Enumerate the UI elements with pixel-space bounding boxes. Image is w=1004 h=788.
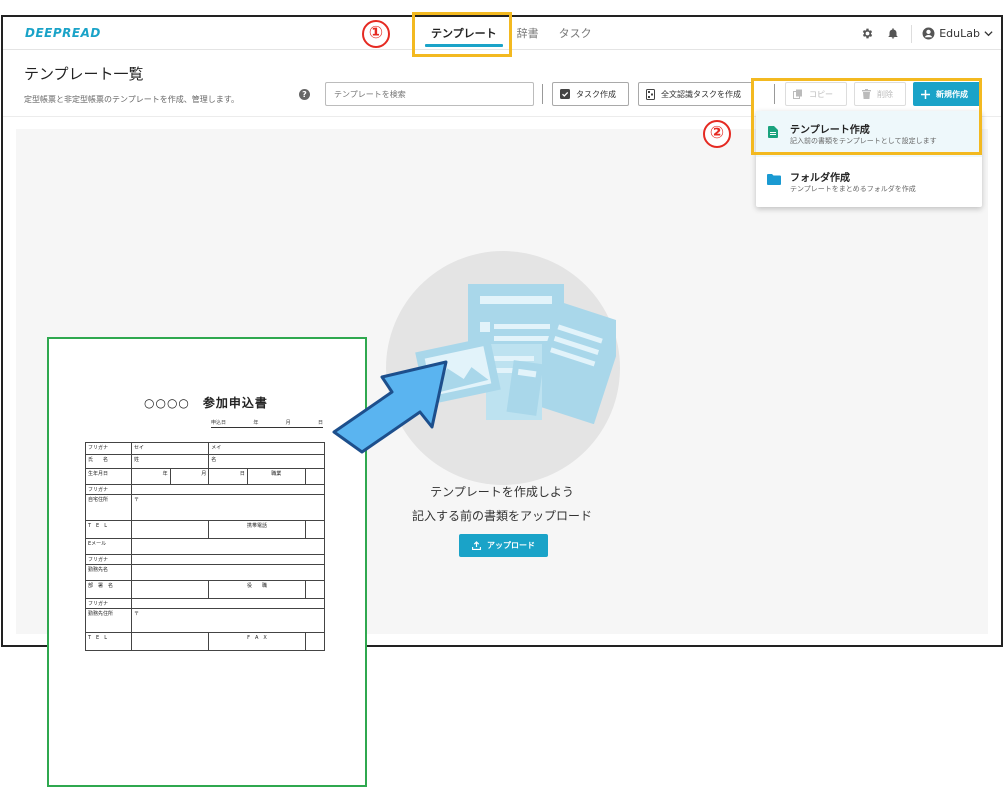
bell-icon[interactable] [885, 26, 901, 42]
form-cell [131, 538, 325, 555]
date-day: 日 [317, 420, 323, 426]
form-label: 氏 名 [85, 454, 132, 469]
toolbar-divider [542, 84, 543, 104]
application-date: 申込日 年 月 日 [211, 419, 323, 428]
form-cell: 年 [131, 468, 171, 485]
help-icon[interactable]: ? [299, 89, 310, 100]
application-form-table: フリガナ セイ メイ 氏 名姓名 生年月日年月日職業 フリガナ 自宅住所〒 T E … [85, 442, 326, 651]
page-title: テンプレート一覧 [24, 65, 144, 83]
step-1-badge: ① [362, 20, 390, 48]
form-cell: 〒 [131, 608, 325, 633]
menu-item-folder-create[interactable]: フォルダ作成 テンプレートをまとめるフォルダを作成 [756, 159, 982, 205]
form-cell: 名 [208, 454, 325, 469]
form-cell [130, 580, 210, 599]
divider [911, 24, 913, 43]
form-cell [130, 520, 210, 539]
form-cell: 役 職 [208, 580, 306, 599]
nav-tab-tasks[interactable]: タスク [549, 17, 602, 50]
document-title: ○○○○ 参加申込書 [144, 396, 268, 410]
menu-item-subtitle: テンプレートをまとめるフォルダを作成 [790, 185, 916, 193]
form-cell [304, 580, 326, 599]
app-logo[interactable]: DEEPREAD [25, 26, 101, 40]
chevron-down-icon [984, 31, 993, 37]
upload-button[interactable]: アップロード [459, 534, 548, 557]
user-name: EduLab [939, 27, 980, 40]
form-label: フリガナ [85, 554, 132, 565]
form-cell [131, 564, 325, 581]
page-subtitle: 定型帳票と非定型帳票のテンプレートを作成、管理します。 [24, 95, 239, 104]
form-label: 勤務先住所 [85, 608, 132, 633]
form-cell [131, 554, 325, 565]
form-label: Eメール [85, 538, 132, 555]
form-cell [131, 598, 325, 609]
fulltext-task-button[interactable]: 全文認識タスクを作成 [638, 82, 753, 106]
folder-icon [767, 174, 781, 185]
scan-document-icon [646, 88, 655, 100]
form-cell [131, 484, 325, 495]
form-label: 部 署 名 [85, 580, 132, 599]
form-cell: F A X [208, 632, 306, 651]
search-input[interactable] [325, 82, 534, 106]
form-cell: 日 [208, 468, 248, 485]
date-month: 月 [285, 420, 291, 426]
form-label: 自宅住所 [85, 494, 132, 521]
highlight-new-template [751, 78, 982, 155]
form-label: フリガナ [85, 484, 132, 495]
date-year: 年 [253, 420, 259, 426]
form-label: T E L [85, 632, 132, 651]
avatar-icon [922, 27, 935, 40]
upload-icon [472, 541, 481, 550]
check-box-icon [560, 89, 570, 99]
step-2-badge: ② [703, 120, 731, 148]
date-label: 申込日 [211, 420, 227, 426]
form-cell: メイ [208, 442, 325, 455]
highlight-template-tab [412, 12, 512, 57]
form-label: フリガナ [85, 598, 132, 609]
form-cell: 携帯電話 [208, 520, 306, 539]
form-label: 勤務先名 [85, 564, 132, 581]
user-menu[interactable]: EduLab [922, 27, 993, 40]
form-cell [304, 632, 326, 651]
nav-tab-dictionary[interactable]: 辞書 [507, 17, 549, 50]
form-cell [130, 632, 210, 651]
form-cell: セイ [130, 442, 210, 455]
sample-document-preview: ○○○○ 参加申込書 申込日 年 月 日 フリガナ セイ メイ 氏 名姓名 生年月日… [47, 337, 367, 787]
pointer-arrow-icon [332, 360, 448, 454]
form-cell: 職業 [246, 468, 306, 485]
task-create-label: タスク作成 [576, 89, 616, 99]
form-cell: 月 [169, 468, 210, 485]
fulltext-task-label: 全文認識タスクを作成 [661, 89, 741, 99]
menu-item-title: フォルダ作成 [790, 173, 850, 184]
form-label: フリガナ [85, 442, 132, 455]
stage: DEEPREAD テンプレート 辞書 タスク EduLab テンプレート一覧 定… [0, 0, 1004, 788]
gear-icon[interactable] [859, 26, 875, 42]
form-cell [304, 468, 326, 485]
form-label: 生年月日 [85, 468, 132, 485]
form-cell [304, 520, 326, 539]
top-right-controls: EduLab [859, 17, 993, 50]
form-label: T E L [85, 520, 132, 539]
upload-label: アップロード [487, 541, 535, 550]
form-cell: 〒 [131, 494, 325, 521]
task-create-button[interactable]: タスク作成 [552, 82, 629, 106]
form-cell: 姓 [130, 454, 210, 469]
